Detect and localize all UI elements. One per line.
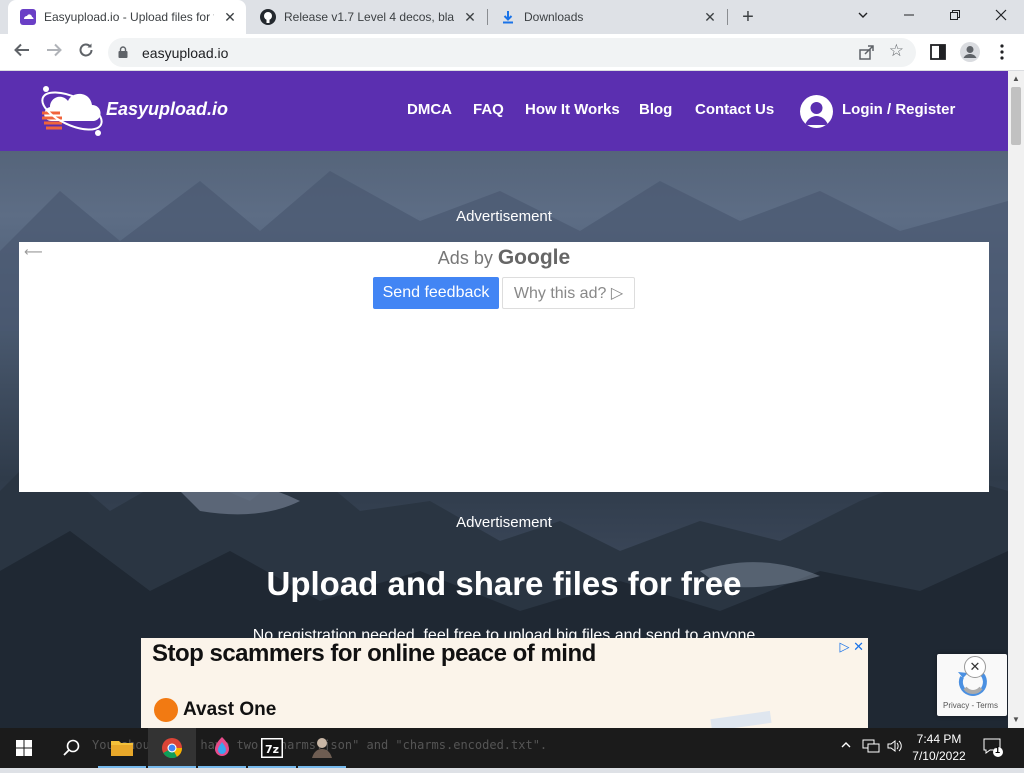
brand-name[interactable]: Easyupload.io <box>106 99 228 120</box>
close-window-icon[interactable] <box>988 4 1014 28</box>
page-scrollbar[interactable]: ▲ ▼ <box>1008 71 1024 728</box>
person-app-icon <box>312 738 332 758</box>
share-icon[interactable] <box>858 43 876 61</box>
ads-by-google: Ads by Google <box>19 246 989 270</box>
browser-toolbar: easyupload.io ☆ <box>0 34 1024 71</box>
tab-title: Easyupload.io - Upload files for free <box>44 10 214 24</box>
advertisement-label: Advertisement <box>456 514 552 531</box>
restore-window-icon[interactable] <box>942 4 968 28</box>
nav-blog[interactable]: Blog <box>639 101 672 118</box>
notification-count: 1 <box>995 745 1001 755</box>
recaptcha-badge[interactable]: ✕ Privacy - Terms <box>937 654 1007 716</box>
nav-how-it-works[interactable]: How It Works <box>525 101 620 118</box>
folder-icon <box>111 741 133 756</box>
side-panel-icon[interactable] <box>928 42 948 62</box>
back-arrow-icon[interactable] <box>10 41 34 65</box>
scroll-up-arrow-icon[interactable]: ▲ <box>1012 74 1020 83</box>
user-avatar-icon[interactable] <box>800 95 833 128</box>
scrollbar-thumb[interactable] <box>1011 87 1021 145</box>
tab-easyupload[interactable]: Easyupload.io - Upload files for free ✕ <box>8 0 246 34</box>
tab-close-icon[interactable]: ✕ <box>462 9 478 25</box>
url-text: easyupload.io <box>142 45 229 61</box>
forward-arrow-icon[interactable] <box>42 41 66 65</box>
page-viewport: Easyupload.io DMCA FAQ How It Works Blog… <box>0 71 1008 728</box>
paint-app-icon <box>215 737 229 756</box>
nav-contact-us[interactable]: Contact Us <box>695 101 774 118</box>
send-feedback-button[interactable]: Send feedback <box>373 277 499 309</box>
why-this-ad-button[interactable]: Why this ad? ▷ <box>502 277 635 309</box>
recaptcha-close-icon[interactable]: ✕ <box>964 656 986 678</box>
7zip-icon: 7z <box>261 738 283 758</box>
reload-icon[interactable] <box>74 41 98 65</box>
tab-title: Downloads <box>524 10 584 24</box>
volume-icon[interactable] <box>886 738 904 757</box>
play-triangle-icon: ▷ <box>610 285 624 302</box>
network-icon[interactable] <box>862 738 880 757</box>
tab-search-chevron-icon[interactable] <box>850 4 876 28</box>
app-taskbar-item[interactable] <box>298 728 346 768</box>
ads-by-text: Ads by <box>437 248 493 268</box>
why-this-ad-label: Why this ad? <box>513 285 607 302</box>
file-explorer-taskbar-item[interactable] <box>98 728 146 768</box>
ad-brand-name: Avast One <box>183 699 277 720</box>
tab-close-icon[interactable]: ✕ <box>222 9 238 25</box>
search-button[interactable] <box>48 728 96 768</box>
ad-brand: Avast One <box>154 698 276 722</box>
recaptcha-terms[interactable]: Privacy - Terms <box>943 701 998 710</box>
menu-kebab-icon[interactable] <box>992 42 1012 62</box>
scroll-down-arrow-icon[interactable]: ▼ <box>1012 715 1020 724</box>
system-clock[interactable]: 7:44 PM 7/10/2022 <box>905 731 973 765</box>
paint-taskbar-item[interactable] <box>198 728 246 768</box>
browser-tab-strip: Easyupload.io - Upload files for free ✕ … <box>0 0 1024 34</box>
notifications-icon[interactable]: 1 <box>982 736 1006 758</box>
advertisement-label: Advertisement <box>456 208 552 225</box>
github-favicon-icon <box>260 9 276 25</box>
avast-banner-ad[interactable]: Stop scammers for online peace of mind A… <box>141 638 868 728</box>
tab-title: Release v1.7 Level 4 decos, black <box>284 10 454 24</box>
login-register-link[interactable]: Login / Register <box>842 101 955 118</box>
address-bar[interactable]: easyupload.io ☆ <box>108 38 916 67</box>
tab-github-release[interactable]: Release v1.7 Level 4 decos, black ✕ <box>248 0 486 34</box>
clock-time: 7:44 PM <box>916 732 962 746</box>
svg-text:7z: 7z <box>265 743 279 756</box>
ad-decoration-shape <box>710 710 772 728</box>
chrome-taskbar-item[interactable] <box>148 728 196 768</box>
lock-icon <box>118 46 128 58</box>
show-hidden-icons-chevron-icon[interactable] <box>840 738 852 754</box>
easyupload-favicon-icon <box>20 9 36 25</box>
windows-logo-icon <box>16 740 32 756</box>
bookmark-star-icon[interactable]: ☆ <box>889 41 904 61</box>
nav-faq[interactable]: FAQ <box>473 101 504 118</box>
download-icon <box>503 11 513 24</box>
new-tab-button[interactable]: + <box>738 7 758 27</box>
adchoices-icon[interactable]: ▷ ✕ <box>839 639 864 655</box>
ad-headline: Stop scammers for online peace of mind <box>152 640 596 667</box>
tab-separator <box>727 9 728 25</box>
profile-avatar-icon[interactable] <box>960 42 980 62</box>
google-wordmark: Google <box>497 246 571 269</box>
search-icon <box>63 739 80 756</box>
windows-taskbar: You should now have two "charms.json" an… <box>0 728 1024 768</box>
hero-title: Upload and share files for free <box>266 565 742 602</box>
easyupload-logo-icon[interactable] <box>38 83 108 139</box>
tab-close-icon[interactable]: ✕ <box>702 9 718 25</box>
avast-logo-icon <box>154 698 178 722</box>
google-ad-frame: ⟵ Ads by Google Send feedback Why this a… <box>19 242 989 492</box>
site-header: Easyupload.io DMCA FAQ How It Works Blog… <box>0 71 1008 151</box>
minimize-window-icon[interactable] <box>896 4 922 28</box>
start-button[interactable] <box>0 728 48 768</box>
tab-downloads[interactable]: Downloads ✕ <box>488 0 726 34</box>
clock-date: 7/10/2022 <box>912 749 966 763</box>
nav-dmca[interactable]: DMCA <box>407 101 452 118</box>
7zip-taskbar-item[interactable]: 7z <box>248 728 296 768</box>
chrome-icon <box>162 738 183 759</box>
